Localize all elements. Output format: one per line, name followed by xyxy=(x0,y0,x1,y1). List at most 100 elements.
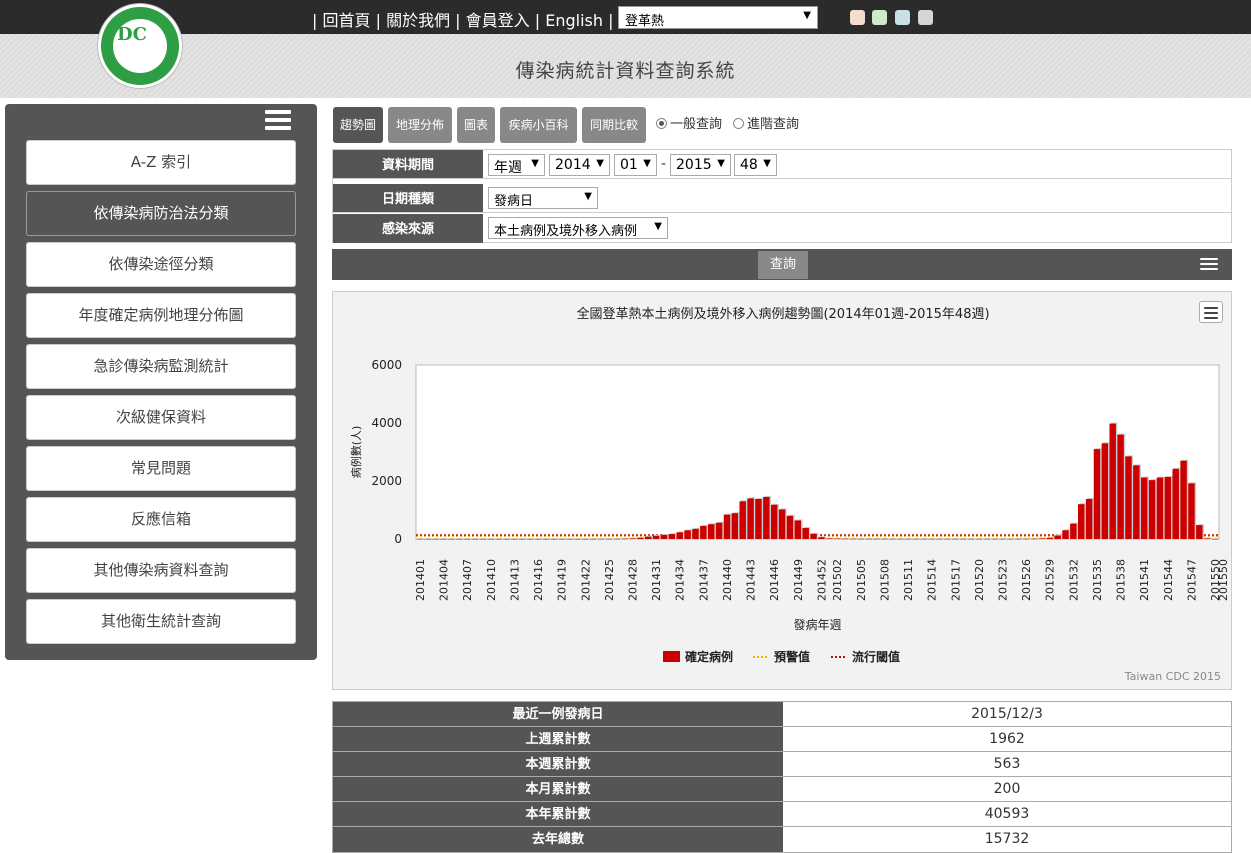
bar xyxy=(495,538,502,540)
x-tick-label: 201440 xyxy=(721,559,734,601)
tab-encyclopedia[interactable]: 疾病小百科 xyxy=(500,107,577,143)
disease-select[interactable]: 登革熱 ▼ xyxy=(618,6,818,29)
nav-home-link[interactable]: 回首頁 xyxy=(322,11,370,30)
chart-credit[interactable]: Taiwan CDC 2015 xyxy=(1125,670,1221,683)
sidebar-item-by-law[interactable]: 依傳染病防治法分類 xyxy=(26,191,296,236)
period-label: 資料期間 xyxy=(333,150,483,178)
tab-trend[interactable]: 趨勢圖 xyxy=(333,107,383,143)
theme-swatch-3[interactable] xyxy=(895,10,910,25)
row-period: 資料期間 年週 ▼ 2014 ▼ 01 ▼ - 2015 ▼ 48 ▼ xyxy=(333,150,1231,179)
x-tick-label: 201452 xyxy=(815,559,828,601)
bar xyxy=(1093,449,1101,539)
tab-geo[interactable]: 地理分佈 xyxy=(388,107,452,143)
nav-about-link[interactable]: 關於我們 xyxy=(386,11,450,30)
sidebar-item-other-disease[interactable]: 其他傳染病資料查詢 xyxy=(26,548,296,593)
sidebar-item-geo-map[interactable]: 年度確定病例地理分佈圖 xyxy=(26,293,296,338)
x-tick-label: 201532 xyxy=(1067,559,1080,601)
sidebar-item-other-health[interactable]: 其他衛生統計查詢 xyxy=(26,599,296,644)
query-button[interactable]: 查詢 xyxy=(758,251,808,279)
date-type-select[interactable]: 發病日 ▼ xyxy=(488,187,598,209)
bar xyxy=(959,538,967,540)
sidebar-item-az-index[interactable]: A-Z 索引 xyxy=(26,140,296,185)
bar xyxy=(676,532,683,539)
start-year-select[interactable]: 2014 ▼ xyxy=(549,154,610,176)
bar xyxy=(1172,468,1179,539)
bar xyxy=(747,498,754,539)
radio-basic-label: 一般查詢 xyxy=(670,117,723,132)
bar xyxy=(613,538,620,540)
bar xyxy=(511,538,518,540)
chart-menu-icon[interactable] xyxy=(1199,301,1223,323)
radio-basic-query[interactable]: 一般查詢 xyxy=(656,113,722,132)
row-date-type: 日期種類 發病日 ▼ xyxy=(333,184,1231,213)
x-tick-label: 201511 xyxy=(902,559,915,601)
stat-label: 本週累計數 xyxy=(333,752,783,776)
bar xyxy=(416,538,424,540)
bar xyxy=(534,538,542,540)
bar xyxy=(629,538,636,539)
x-tick-label: 201407 xyxy=(461,559,474,601)
bar xyxy=(692,528,699,539)
theme-swatch-2[interactable] xyxy=(872,10,887,25)
nav-login-link[interactable]: 會員登入 xyxy=(466,11,530,30)
cdc-logo[interactable]: DC xyxy=(98,4,182,88)
bar xyxy=(731,513,739,539)
x-tick-label: 201443 xyxy=(745,559,758,601)
chart-title: 全國登革熱本土病例及境外移入病例趨勢圖(2014年01週-2015年48週) xyxy=(576,307,990,322)
x-tick-label: 201446 xyxy=(768,559,781,601)
bar xyxy=(558,538,565,540)
y-tick-label: 4000 xyxy=(371,416,402,430)
bar xyxy=(1007,538,1014,540)
dropdown-arrow-icon: ▼ xyxy=(803,10,811,21)
x-tick-label: 201529 xyxy=(1044,559,1057,601)
sidebar-item-nhi-data[interactable]: 次級健保資料 xyxy=(26,395,296,440)
sidebar-item-faq[interactable]: 常見問題 xyxy=(26,446,296,491)
period-unit-select[interactable]: 年週 ▼ xyxy=(488,154,545,176)
end-year-select[interactable]: 2015 ▼ xyxy=(670,154,731,176)
bar xyxy=(1180,460,1187,539)
x-tick-label: 201419 xyxy=(556,559,569,601)
bar xyxy=(432,538,439,540)
period-unit-value: 年週 xyxy=(494,160,522,176)
bar xyxy=(723,514,731,539)
legend-warning: 預警值 xyxy=(774,649,810,664)
x-tick-label: 201523 xyxy=(997,559,1010,601)
end-week-select[interactable]: 48 ▼ xyxy=(734,154,777,176)
sidebar-item-feedback[interactable]: 反應信箱 xyxy=(26,497,296,542)
disease-select-value: 登革熱 xyxy=(625,14,665,29)
radio-advanced-query[interactable]: 進階查詢 xyxy=(733,113,799,132)
trend-chart: 0 2000 4000 6000 病例數(人) 201401 201404 201407 201… xyxy=(332,291,1232,690)
page-title: 傳染病統計資料查詢系統 xyxy=(515,60,736,82)
source-value: 本土病例及境外移入病例 xyxy=(494,224,638,239)
legend-epidemic: 流行閾值 xyxy=(852,649,900,664)
table-row: 最近一例發病日 2015/12/3 xyxy=(333,702,1231,727)
sidebar-item-by-route[interactable]: 依傳染途徑分類 xyxy=(26,242,296,287)
tab-compare[interactable]: 同期比較 xyxy=(582,107,646,143)
start-week-select[interactable]: 01 ▼ xyxy=(614,154,657,176)
source-select[interactable]: 本土病例及境外移入病例 ▼ xyxy=(488,217,668,239)
theme-swatch-1[interactable] xyxy=(850,10,865,25)
bar xyxy=(1156,477,1164,539)
bar xyxy=(1188,483,1195,539)
tab-table[interactable]: 圖表 xyxy=(457,107,495,143)
bar xyxy=(660,534,668,539)
x-tick-label: 201449 xyxy=(792,559,805,601)
query-menu-icon[interactable] xyxy=(1200,258,1218,272)
y-tick-label: 0 xyxy=(394,532,402,546)
theme-swatch-4[interactable] xyxy=(918,10,933,25)
sidebar-item-er-surveillance[interactable]: 急診傳染病監測統計 xyxy=(26,344,296,389)
bar xyxy=(471,538,479,540)
x-tick-label: 201425 xyxy=(603,559,616,601)
bar xyxy=(841,538,849,540)
bar xyxy=(770,504,778,539)
table-row: 本週累計數 563 xyxy=(333,752,1231,777)
x-tick-label: 201547 xyxy=(1185,559,1198,601)
bar xyxy=(975,538,983,540)
nav-english-link[interactable]: English xyxy=(545,11,603,30)
stat-label: 去年總數 xyxy=(333,827,783,852)
bar xyxy=(889,538,896,540)
radio-on-icon xyxy=(656,118,667,129)
stats-table: 最近一例發病日 2015/12/3 上週累計數 1962 本週累計數 563 本月累計數 20… xyxy=(332,701,1232,853)
bar xyxy=(566,538,573,540)
sidebar-menu-icon[interactable] xyxy=(265,110,291,132)
